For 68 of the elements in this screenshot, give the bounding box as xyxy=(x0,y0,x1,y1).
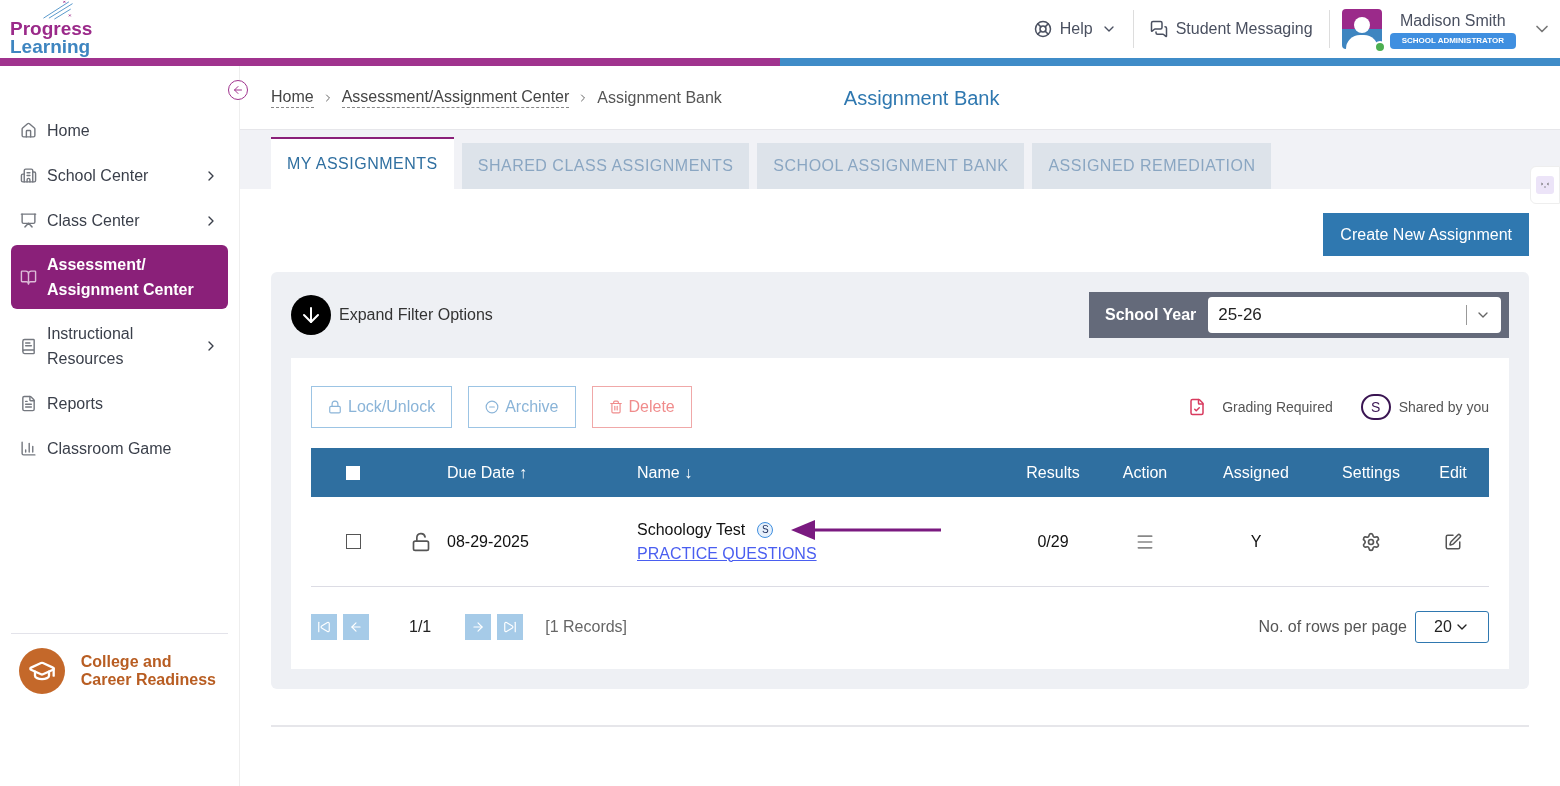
column-header[interactable]: Due Date ↑ xyxy=(447,460,637,485)
edit-icon[interactable] xyxy=(1444,532,1462,551)
expand-filter-button[interactable]: Expand Filter Options xyxy=(291,295,493,335)
legend-text: Grading Required xyxy=(1222,397,1333,417)
face-icon xyxy=(1536,176,1554,194)
first-page-icon xyxy=(317,620,331,634)
nav-item[interactable]: Class Center xyxy=(11,200,228,241)
unlock-icon[interactable] xyxy=(411,531,431,552)
results-cell-text: 0/29 xyxy=(1036,531,1070,552)
last-page-icon xyxy=(503,620,518,634)
practice-questions-link[interactable]: PRACTICE QUESTIONS xyxy=(637,541,817,566)
column-header[interactable]: Settings xyxy=(1325,460,1417,485)
avatar xyxy=(1341,9,1382,49)
records-count: [1 Records] xyxy=(545,617,628,637)
building-icon xyxy=(20,167,37,184)
school-year-select[interactable]: 25-26 xyxy=(1208,297,1501,333)
page-indicator: 1/1 xyxy=(409,617,432,637)
due-date-cell-text: 08-29-2025 xyxy=(447,531,530,552)
select-all-checkbox[interactable] xyxy=(346,465,360,480)
nav-item[interactable]: Assessment/ Assignment Center xyxy=(11,245,228,309)
assigned-cell-text: Y xyxy=(1249,531,1263,552)
create-new-assignment-button[interactable]: Create New Assignment xyxy=(1323,213,1529,256)
document-check-icon xyxy=(1188,396,1207,418)
nav-item[interactable]: Classroom Game xyxy=(11,428,228,469)
nav-item[interactable]: Reports xyxy=(11,383,228,424)
logo[interactable]: Progress Learning xyxy=(10,0,93,56)
column-header[interactable]: Action xyxy=(1103,460,1187,485)
college-readiness-link[interactable]: College and Career Readiness xyxy=(80,653,220,689)
column-header[interactable]: Edit xyxy=(1417,460,1489,485)
collapse-button[interactable] xyxy=(228,80,248,100)
breadcrumb-link[interactable]: Home xyxy=(271,87,314,108)
logo-text: Learning xyxy=(10,38,91,56)
lock-icon xyxy=(328,400,342,414)
chart-icon xyxy=(20,440,37,457)
breadcrumb-current: Assignment Bank xyxy=(597,87,722,108)
nav-item[interactable]: Home xyxy=(11,110,228,151)
column-header[interactable]: Results xyxy=(1003,460,1103,485)
column-header[interactable]: Assigned xyxy=(1187,460,1325,485)
tab[interactable]: MY ASSIGNMENTS xyxy=(271,137,454,189)
assignment-name: Schoology Test xyxy=(637,519,746,540)
shared-legend-badge: S xyxy=(1360,394,1391,420)
column-header[interactable]: Name ↓ xyxy=(637,460,1003,485)
book-icon xyxy=(20,268,37,286)
school-year-label: School Year xyxy=(1105,305,1197,325)
chat-icon xyxy=(1149,20,1168,38)
lifebuoy-icon xyxy=(1033,20,1052,38)
minus-circle-icon xyxy=(485,400,500,414)
student-messaging-link[interactable]: Student Messaging xyxy=(1133,10,1330,48)
graduation-cap-icon xyxy=(19,648,65,694)
document-icon xyxy=(20,395,37,412)
trash-icon xyxy=(608,400,623,414)
shared-badge: S xyxy=(757,521,774,538)
role-badge: SCHOOL ADMINISTRATOR xyxy=(1389,33,1516,49)
settings-icon[interactable] xyxy=(1361,531,1381,552)
breadcrumb-link[interactable]: Assessment/Assignment Center xyxy=(341,87,570,108)
nav-item[interactable]: Instructional Resources xyxy=(11,313,228,379)
legend-text: Shared by you xyxy=(1398,397,1489,417)
home-icon xyxy=(20,122,37,139)
nav-item[interactable]: School Center xyxy=(11,155,228,196)
classroom-icon xyxy=(20,212,37,229)
book-icon xyxy=(20,337,37,355)
help-menu[interactable]: Help xyxy=(1033,10,1134,48)
arrow-left-icon xyxy=(232,84,244,96)
rows-per-page-label: No. of rows per page xyxy=(1258,617,1407,637)
row-checkbox[interactable] xyxy=(345,534,361,549)
user-name: Madison Smith xyxy=(1399,11,1506,31)
page-title: Assignment Bank xyxy=(843,85,1000,111)
logo-text: Progress xyxy=(10,20,93,38)
